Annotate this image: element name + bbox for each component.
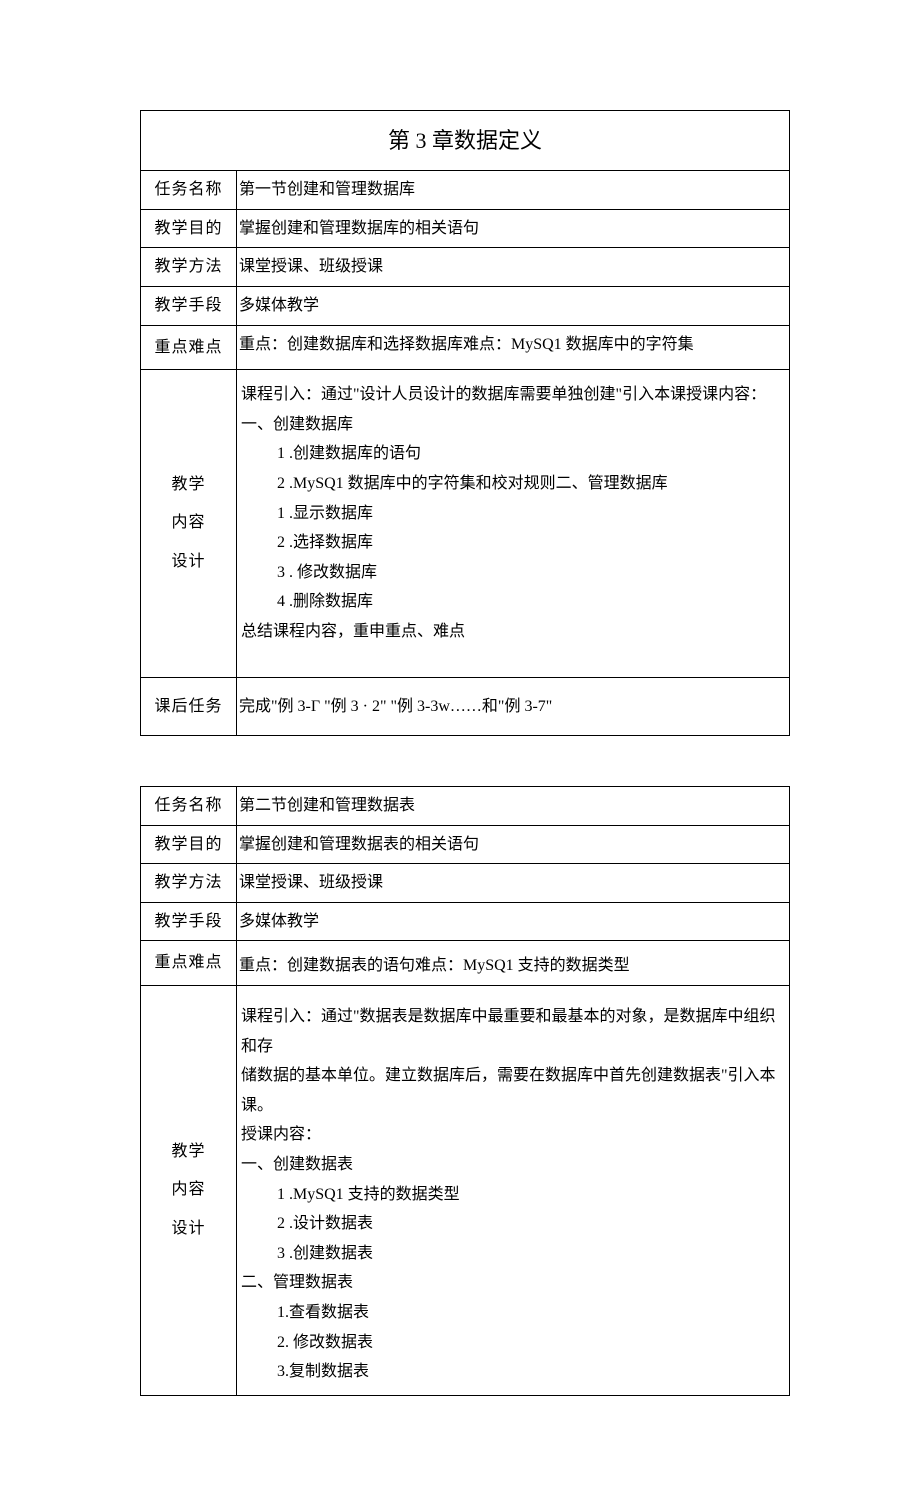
table-row: 任务名称 第二节创建和管理数据表 [141, 787, 790, 826]
row-label: 重点难点 [141, 325, 237, 370]
row-value: 重点：创建数据库和选择数据库难点：MySQ1 数据库中的字符集 [237, 325, 790, 370]
row-value: 掌握创建和管理数据表的相关语句 [237, 825, 790, 864]
label-line: 设计 [141, 543, 236, 581]
lesson-plan-table-1: 第 3 章数据定义 任务名称 第一节创建和管理数据库 教学目的 掌握创建和管理数… [140, 110, 790, 736]
list-item: 1 .MySQ1 支持的数据类型 [241, 1180, 785, 1210]
row-label: 教学手段 [141, 286, 237, 325]
label-line: 设计 [141, 1210, 236, 1248]
row-value: 多媒体教学 [237, 286, 790, 325]
row-value: 课堂授课、班级授课 [237, 248, 790, 287]
paragraph: 课程引入：通过"数据表是数据库中最重要和最基本的对象，是数据库中组织和存 [241, 1002, 785, 1061]
paragraph: 一、创建数据表 [241, 1150, 785, 1180]
keypoint-text: 重点：创建数据库和选择数据库难点：MySQ1 数据库中的字符集 [239, 332, 785, 358]
row-label: 重点难点 [141, 941, 237, 986]
list-item: 3 .创建数据表 [241, 1239, 785, 1269]
row-value: 多媒体教学 [237, 902, 790, 941]
list-item: 2 .选择数据库 [241, 528, 785, 558]
label-line: 内容 [141, 1171, 236, 1209]
list-item: 3.复制数据表 [241, 1357, 785, 1387]
list-item: 1.查看数据表 [241, 1298, 785, 1328]
list-item: 2 .设计数据表 [241, 1209, 785, 1239]
table-row: 教学目的 掌握创建和管理数据库的相关语句 [141, 209, 790, 248]
row-value: 掌握创建和管理数据库的相关语句 [237, 209, 790, 248]
content-design-body: 课程引入：通过"设计人员设计的数据库需要单独创建"引入本课授课内容： 一、创建数… [237, 370, 790, 677]
content-design-body: 课程引入：通过"数据表是数据库中最重要和最基本的对象，是数据库中组织和存 储数据… [237, 986, 790, 1396]
table-row: 教学 内容 设计 课程引入：通过"设计人员设计的数据库需要单独创建"引入本课授课… [141, 370, 790, 677]
row-value: 第二节创建和管理数据表 [237, 787, 790, 826]
list-item: 2. 修改数据表 [241, 1328, 785, 1358]
paragraph: 授课内容： [241, 1120, 785, 1150]
label-line: 教学 [141, 466, 236, 504]
paragraph: 课程引入：通过"设计人员设计的数据库需要单独创建"引入本课授课内容： [241, 380, 785, 410]
paragraph: 一、创建数据库 [241, 410, 785, 440]
row-label: 教学方法 [141, 248, 237, 287]
table-row: 教学方法 课堂授课、班级授课 [141, 248, 790, 287]
row-label: 课后任务 [141, 677, 237, 736]
paragraph: 二、管理数据表 [241, 1268, 785, 1298]
row-label: 教学目的 [141, 825, 237, 864]
list-item: 2 .MySQ1 数据库中的字符集和校对规则二、管理数据库 [241, 469, 785, 499]
paragraph: 储数据的基本单位。建立数据库后，需要在数据库中首先创建数据表"引入本课。 [241, 1061, 785, 1120]
list-item: 3 . 修改数据库 [241, 558, 785, 588]
list-item: 4 .删除数据库 [241, 587, 785, 617]
label-line: 内容 [141, 504, 236, 542]
row-value: 课堂授课、班级授课 [237, 864, 790, 903]
chapter-title: 第 3 章数据定义 [141, 111, 790, 171]
table-row: 重点难点 重点：创建数据库和选择数据库难点：MySQ1 数据库中的字符集 [141, 325, 790, 370]
row-value: 重点：创建数据表的语句难点：MySQ1 支持的数据类型 [237, 941, 790, 986]
row-label: 教学方法 [141, 864, 237, 903]
list-item: 1 .创建数据库的语句 [241, 439, 785, 469]
table-row: 教学手段 多媒体教学 [141, 286, 790, 325]
table-row: 教学目的 掌握创建和管理数据表的相关语句 [141, 825, 790, 864]
row-value: 完成"例 3-Γ "例 3 · 2" "例 3-3w……和"例 3-7" [237, 677, 790, 736]
content-design-label: 教学 内容 设计 [141, 986, 237, 1396]
table-row: 教学方法 课堂授课、班级授课 [141, 864, 790, 903]
row-label: 任务名称 [141, 787, 237, 826]
row-label: 任务名称 [141, 171, 237, 210]
table-row: 任务名称 第一节创建和管理数据库 [141, 171, 790, 210]
row-label: 教学手段 [141, 902, 237, 941]
lesson-plan-table-2: 任务名称 第二节创建和管理数据表 教学目的 掌握创建和管理数据表的相关语句 教学… [140, 786, 790, 1396]
table-row: 教学手段 多媒体教学 [141, 902, 790, 941]
row-label: 教学目的 [141, 209, 237, 248]
paragraph: 总结课程内容，重申重点、难点 [241, 617, 785, 647]
table-row: 重点难点 重点：创建数据表的语句难点：MySQ1 支持的数据类型 [141, 941, 790, 986]
table-row: 课后任务 完成"例 3-Γ "例 3 · 2" "例 3-3w……和"例 3-7… [141, 677, 790, 736]
keypoint-text: 重点：创建数据表的语句难点：MySQ1 支持的数据类型 [239, 953, 785, 979]
list-item: 1 .显示数据库 [241, 499, 785, 529]
content-design-label: 教学 内容 设计 [141, 370, 237, 677]
table-row: 教学 内容 设计 课程引入：通过"数据表是数据库中最重要和最基本的对象，是数据库… [141, 986, 790, 1396]
label-line: 教学 [141, 1133, 236, 1171]
row-value: 第一节创建和管理数据库 [237, 171, 790, 210]
